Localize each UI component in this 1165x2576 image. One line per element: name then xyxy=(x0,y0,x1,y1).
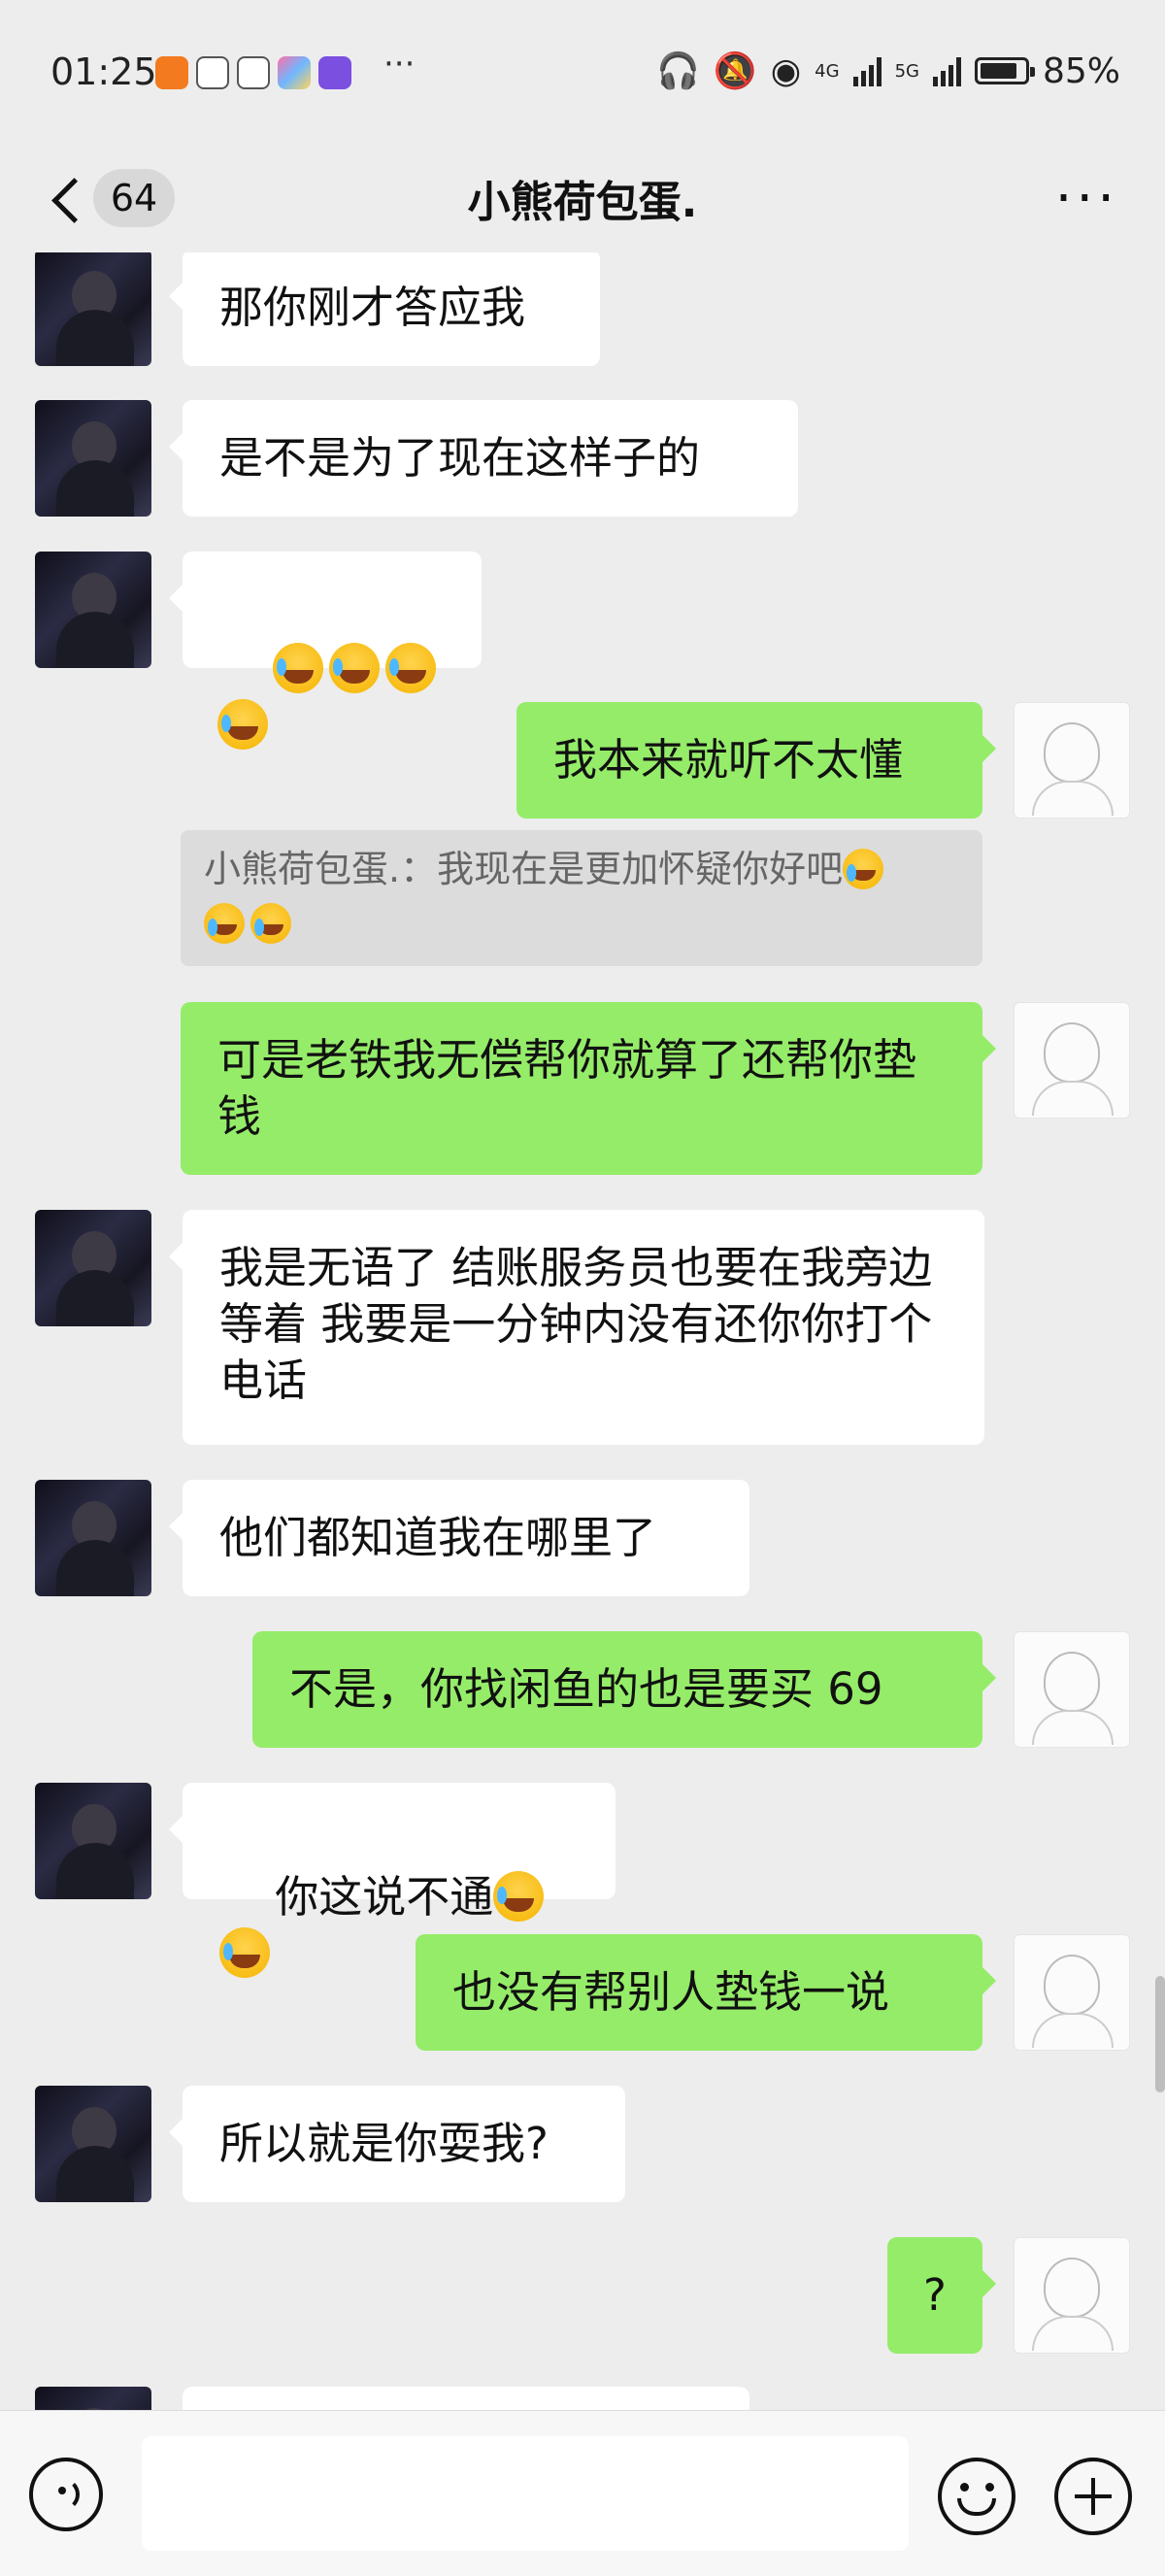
incoming-message[interactable]: 那你刚才答应我 xyxy=(169,252,600,366)
my-avatar[interactable] xyxy=(1014,1002,1130,1119)
more-notifications-icon: ··· xyxy=(383,45,416,84)
incoming-message[interactable]: 我是无语了 结账服务员也要在我旁边等着 我要是一分钟内没有还你你打个电话 xyxy=(169,1210,984,1445)
more-options-icon[interactable]: ··· xyxy=(1055,172,1118,226)
status-right: 🎧 🔕 ◉ 4G 5G 85% xyxy=(656,50,1120,92)
chat-title: 小熊荷包蛋. xyxy=(467,178,698,227)
friend-avatar[interactable] xyxy=(35,1480,151,1596)
crying-laughing-emoji xyxy=(219,1927,270,1978)
add-attachment-icon[interactable] xyxy=(1054,2458,1132,2535)
friend-avatar[interactable] xyxy=(35,1210,151,1326)
friend-avatar[interactable] xyxy=(35,2086,151,2202)
my-avatar[interactable] xyxy=(1014,1934,1130,2051)
crying-laughing-emoji xyxy=(385,643,437,693)
scroll-indicator[interactable] xyxy=(1155,1976,1165,2092)
incoming-message[interactable]: 是不是为了现在这样子的 xyxy=(169,400,798,517)
incoming-message[interactable]: 你这说不通 xyxy=(169,1783,616,1978)
taobao-icon xyxy=(155,56,188,89)
emoji-icon[interactable] xyxy=(938,2458,1015,2535)
input-bar xyxy=(0,2410,1165,2576)
baidu-paw-icon xyxy=(196,56,229,89)
app-icon xyxy=(278,56,311,89)
outgoing-message[interactable]: 不是，你找闲鱼的也是要买 69 xyxy=(252,1631,996,1748)
friend-avatar[interactable] xyxy=(35,252,151,366)
battery-percent: 85% xyxy=(1042,50,1120,91)
quoted-text: 小熊荷包蛋.：我现在是更加怀疑你好吧 xyxy=(204,848,844,890)
tieba-icon xyxy=(318,56,351,89)
crying-laughing-emoji xyxy=(273,643,324,693)
incoming-message[interactable] xyxy=(183,2387,749,2410)
crying-laughing-emoji xyxy=(250,903,291,944)
battery-icon xyxy=(974,57,1035,84)
outgoing-message[interactable]: 可是老铁我无偿帮你就算了还帮你垫钱 xyxy=(181,1002,996,1175)
incoming-message[interactable] xyxy=(169,552,482,750)
hotspot-icon: ◉ xyxy=(770,50,802,91)
signal-icon xyxy=(932,55,961,86)
status-bar: 01:25 ··· 🎧 🔕 ◉ 4G 5G 85% xyxy=(0,0,1165,146)
incoming-message[interactable]: 他们都知道我在哪里了 xyxy=(169,1480,749,1596)
message-text: 你这说不通 xyxy=(275,1871,494,1923)
friend-avatar[interactable] xyxy=(35,2387,151,2410)
my-avatar[interactable] xyxy=(1014,702,1130,819)
message-input[interactable] xyxy=(142,2436,909,2551)
voice-input-icon[interactable] xyxy=(29,2458,103,2531)
crying-laughing-emoji xyxy=(329,643,381,693)
network-5g-label: 5G xyxy=(894,60,919,82)
crying-laughing-emoji xyxy=(217,699,268,750)
signal-icon xyxy=(852,55,882,86)
crying-laughing-emoji xyxy=(493,1871,545,1922)
friend-avatar[interactable] xyxy=(35,1783,151,1899)
outgoing-message[interactable]: 我本来就听不太懂 xyxy=(516,702,996,819)
message-list[interactable]: 那你刚才答应我 是不是为了现在这样子的 我本来就听不太懂 小熊荷包蛋.：我现在是… xyxy=(0,252,1165,2410)
outgoing-message[interactable]: 也没有帮别人垫钱一说 xyxy=(416,1934,996,2051)
friend-avatar[interactable] xyxy=(35,552,151,668)
my-avatar[interactable] xyxy=(1014,1631,1130,1748)
back-arrow-icon[interactable] xyxy=(47,173,85,227)
mute-icon: 🔕 xyxy=(713,51,757,91)
chat-header: 64 小熊荷包蛋. ··· xyxy=(0,146,1165,252)
baidu-paw-icon xyxy=(237,56,270,89)
notification-icons xyxy=(155,56,351,89)
friend-avatar[interactable] xyxy=(35,400,151,517)
crying-laughing-emoji xyxy=(843,849,884,889)
my-avatar[interactable] xyxy=(1014,2237,1130,2354)
navigation-bar xyxy=(0,2563,1165,2575)
quoted-message[interactable]: 小熊荷包蛋.：我现在是更加怀疑你好吧 xyxy=(181,830,982,966)
network-4g-label: 4G xyxy=(815,60,840,82)
status-time: 01:25 xyxy=(50,50,157,93)
unread-count-badge[interactable]: 64 xyxy=(93,169,175,227)
headphones-icon: 🎧 xyxy=(656,51,700,91)
crying-laughing-emoji xyxy=(204,903,245,944)
incoming-message[interactable]: 所以就是你耍我? xyxy=(169,2086,625,2202)
outgoing-message[interactable]: ? xyxy=(887,2237,996,2354)
